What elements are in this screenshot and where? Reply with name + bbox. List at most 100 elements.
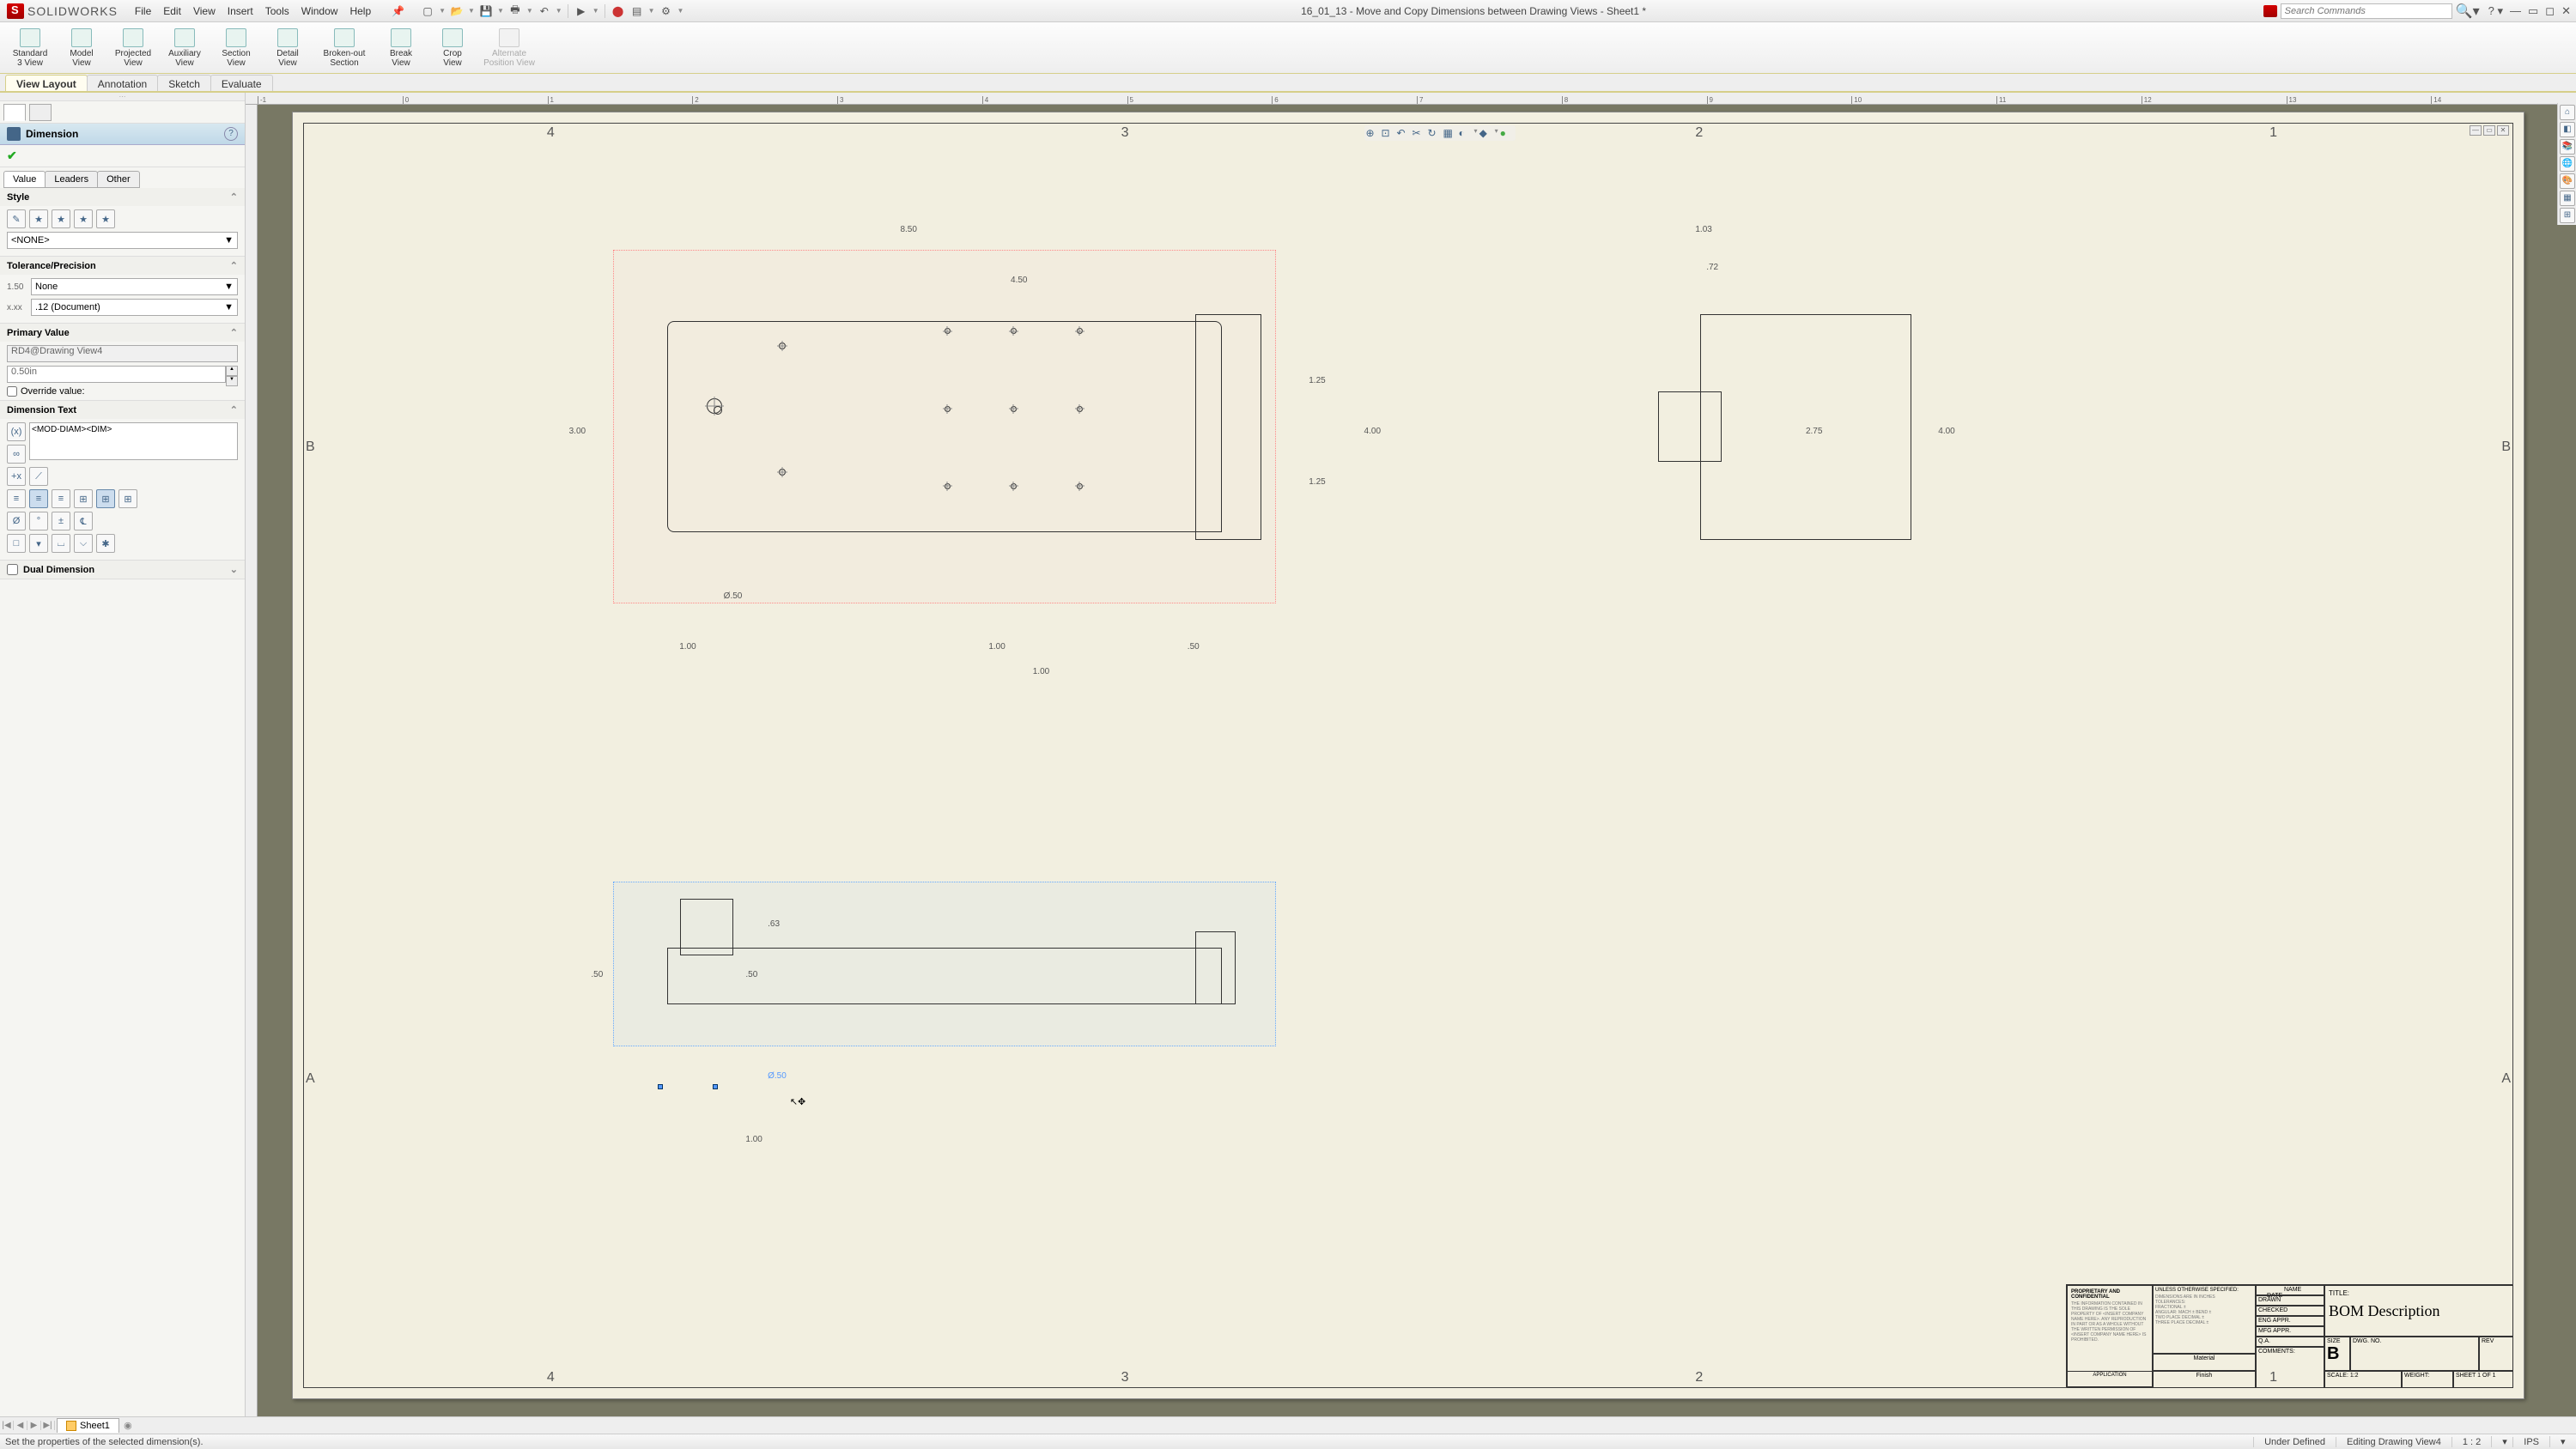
title-block[interactable]: PROPRIETARY AND CONFIDENTIAL THE INFORMA…	[2066, 1284, 2512, 1387]
search-icon[interactable]: 🔍▾	[2456, 3, 2480, 20]
justify-left[interactable]: ≡	[7, 489, 26, 508]
task-appearance-icon[interactable]: ▦	[2560, 191, 2575, 206]
model-view-button[interactable]: ModelView	[57, 24, 106, 71]
rebuild-icon[interactable]: ⬤	[611, 3, 626, 19]
dim-103[interactable]: 1.03	[1695, 225, 1711, 234]
sheet-tab-1[interactable]: Sheet1	[57, 1418, 119, 1433]
task-custom-icon[interactable]: ⊞	[2560, 208, 2575, 223]
scene-icon[interactable]: ◆	[1479, 127, 1493, 139]
appear-icon[interactable]: ●	[1500, 127, 1514, 139]
justify-5[interactable]: ⊞	[96, 489, 115, 508]
status-scale[interactable]: 1 : 2	[2451, 1437, 2491, 1447]
menu-window[interactable]: Window	[301, 5, 338, 17]
menu-tools[interactable]: Tools	[265, 5, 289, 17]
dim-400b[interactable]: 4.00	[1938, 427, 1954, 436]
sheet-nav-prev[interactable]: ◀	[14, 1421, 27, 1430]
text-pos-btn-1[interactable]: (x)	[7, 422, 26, 441]
dim-400[interactable]: 4.00	[1364, 427, 1381, 436]
collapse-icon[interactable]: ⌃	[230, 260, 238, 271]
task-explorer-icon[interactable]: 🌐	[2560, 156, 2575, 172]
print-icon[interactable]: 🖶	[507, 3, 523, 19]
menu-file[interactable]: File	[135, 5, 151, 17]
ok-check-icon[interactable]: ✔	[7, 149, 17, 162]
spin-up[interactable]: ▲	[226, 366, 238, 376]
menu-help[interactable]: Help	[349, 5, 371, 17]
collapse-icon[interactable]: ⌃	[230, 404, 238, 415]
tab-other[interactable]: Other	[97, 171, 140, 188]
section-icon[interactable]: ✂	[1413, 127, 1426, 139]
justify-4[interactable]: ⊞	[74, 489, 93, 508]
task-resources-icon[interactable]: ◧	[2560, 122, 2575, 137]
txtfmt-2[interactable]: ⟋	[29, 467, 48, 486]
dim-275[interactable]: 2.75	[1806, 427, 1822, 436]
tab-sketch[interactable]: Sketch	[157, 75, 211, 93]
justify-right[interactable]: ≡	[52, 489, 70, 508]
text-pos-btn-2[interactable]: ∞	[7, 445, 26, 464]
pin-icon[interactable]: 📌	[392, 5, 404, 17]
hide-icon[interactable]: ◐	[1459, 127, 1473, 139]
dim-125b[interactable]: 1.25	[1309, 477, 1325, 487]
search-commands-input[interactable]	[2281, 3, 2452, 19]
feature-tree-tab[interactable]	[3, 104, 26, 121]
sym-diameter[interactable]: Ø	[7, 512, 26, 530]
drag-handle[interactable]	[658, 1084, 663, 1089]
new-icon[interactable]: ▢	[420, 3, 435, 19]
tolerance-type-dropdown[interactable]: None▼	[31, 278, 238, 295]
precision-dropdown[interactable]: .12 (Document)▼	[31, 299, 238, 316]
sym-library[interactable]: ✱	[96, 534, 115, 553]
zoom-fit-icon[interactable]: ⊕	[1366, 127, 1380, 139]
open-icon[interactable]: 📂	[449, 3, 465, 19]
style-btn-3[interactable]: ★	[52, 209, 70, 228]
sheet-nav-first[interactable]: |◀	[0, 1421, 14, 1430]
menu-edit[interactable]: Edit	[163, 5, 181, 17]
detail-view-button[interactable]: DetailView	[263, 24, 313, 71]
dim-50a[interactable]: .50	[1188, 642, 1200, 652]
restore-icon[interactable]: ▭	[2528, 4, 2538, 18]
property-tab[interactable]	[29, 104, 52, 121]
drawing-view-front[interactable]	[613, 882, 1276, 1046]
style-btn-5[interactable]: ★	[96, 209, 115, 228]
sym-square[interactable]: □	[7, 534, 26, 553]
txtfmt-1[interactable]: +x	[7, 467, 26, 486]
standard-3view-button[interactable]: Standard3 View	[5, 24, 55, 71]
status-menu-icon[interactable]: ▾	[2549, 1436, 2571, 1447]
dim-450[interactable]: 4.50	[1011, 276, 1027, 285]
crop-view-button[interactable]: CropView	[428, 24, 477, 71]
tab-value[interactable]: Value	[3, 171, 46, 188]
dim-dia[interactable]: Ø.50	[724, 591, 743, 601]
dimension-value-field[interactable]: 0.50in	[7, 366, 226, 383]
sym-more[interactable]: ▾	[29, 534, 48, 553]
expand-icon[interactable]: ⌄	[230, 564, 238, 575]
task-library-icon[interactable]: 📚	[2560, 139, 2575, 155]
panel-help-icon[interactable]: ?	[224, 127, 238, 141]
dim-300[interactable]: 3.00	[569, 427, 586, 436]
dim-125a[interactable]: 1.25	[1309, 376, 1325, 385]
task-home-icon[interactable]: ⌂	[2560, 105, 2575, 120]
doc-close-icon[interactable]: ✕	[2497, 125, 2509, 136]
add-sheet-icon[interactable]: ◉	[119, 1420, 137, 1431]
tab-evaluate[interactable]: Evaluate	[210, 75, 273, 93]
dim-63[interactable]: .63	[768, 919, 780, 929]
save-icon[interactable]: 💾	[478, 3, 494, 19]
section-view-button[interactable]: SectionView	[211, 24, 261, 71]
sym-plusminus[interactable]: ±	[52, 512, 70, 530]
zoom-area-icon[interactable]: ⊡	[1382, 127, 1395, 139]
sym-centerline[interactable]: ℄	[74, 512, 93, 530]
menu-view[interactable]: View	[193, 5, 216, 17]
dim-dia-moving[interactable]: Ø.50	[768, 1071, 787, 1081]
doc-minimize-icon[interactable]: —	[2470, 125, 2482, 136]
dim-850[interactable]: 8.50	[900, 225, 916, 234]
undo-icon[interactable]: ↶	[537, 3, 552, 19]
override-value-checkbox[interactable]	[7, 386, 17, 397]
help-icon[interactable]: ? ▾	[2488, 4, 2503, 18]
style-btn-2[interactable]: ★	[29, 209, 48, 228]
dim-72[interactable]: .72	[1706, 263, 1718, 272]
tab-leaders[interactable]: Leaders	[45, 171, 98, 188]
dim-50b[interactable]: .50	[591, 970, 603, 979]
prev-view-icon[interactable]: ↶	[1397, 127, 1411, 139]
tab-annotation[interactable]: Annotation	[87, 75, 158, 93]
drawing-view-top[interactable]	[613, 250, 1276, 603]
style-btn-4[interactable]: ★	[74, 209, 93, 228]
menu-insert[interactable]: Insert	[228, 5, 253, 17]
dimension-text-input[interactable]: <MOD-DIAM><DIM>	[29, 422, 238, 460]
